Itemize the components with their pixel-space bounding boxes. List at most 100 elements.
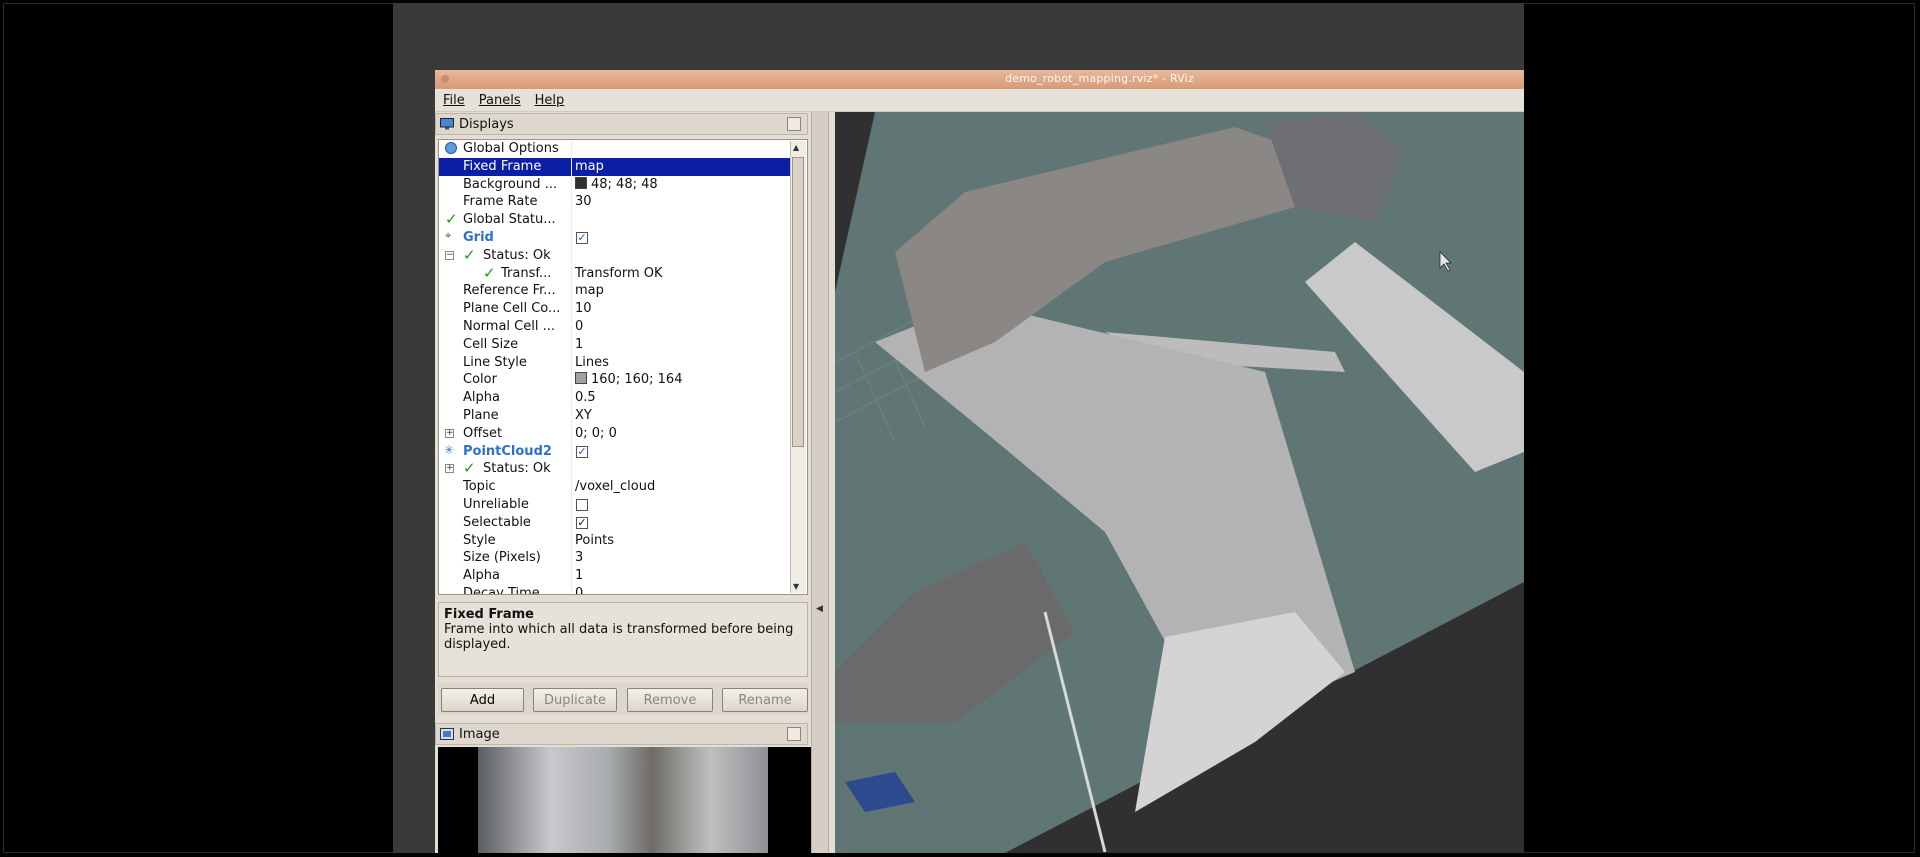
tree-row[interactable]: Cell Size 1 (439, 335, 790, 354)
tree-row-label: Selectable (463, 514, 531, 530)
add-button[interactable]: Add (441, 688, 524, 712)
tree-row-label: Plane Cell Co... (463, 301, 561, 317)
tree-row[interactable]: Normal Cell ... 0 (439, 318, 790, 336)
menu-help[interactable]: Help (527, 90, 571, 108)
expand-icon[interactable]: + (445, 428, 454, 438)
tree-row-value[interactable]: 0.5 (575, 390, 596, 405)
tree-row-value[interactable]: 1 (575, 337, 583, 352)
tree-row[interactable]: + ✓ Status: Ok (439, 459, 790, 479)
tree-row[interactable]: Line Style Lines (439, 353, 790, 372)
tree-row-value[interactable]: 10 (575, 301, 592, 316)
tree-row[interactable]: Size (Pixels) 3 (439, 549, 790, 568)
column-divider (571, 353, 572, 372)
dock-splitter[interactable]: ◀ (811, 112, 829, 853)
column-divider (571, 335, 572, 354)
column-divider (571, 371, 572, 390)
tree-row-label: Topic (463, 479, 496, 495)
tree-row[interactable]: Plane Cell Co... 10 (439, 300, 790, 318)
column-divider (571, 442, 572, 461)
tree-row-value[interactable]: map (575, 159, 604, 174)
column-divider (571, 318, 572, 336)
tree-row[interactable]: Frame Rate 30 (439, 193, 790, 212)
tree-row[interactable]: ✓ Transf... Transform OK (439, 264, 790, 283)
status-ok-icon: ✓ (463, 245, 476, 264)
tree-row[interactable]: Selectable ✓ (439, 513, 790, 532)
enable-checkbox[interactable]: ✓ (576, 232, 588, 244)
column-divider (571, 513, 572, 532)
menu-panels[interactable]: Panels (471, 90, 527, 108)
tree-row-value[interactable]: Transform OK (575, 266, 663, 281)
tree-row-value[interactable]: 48; 48; 48 (575, 176, 658, 192)
tree-row-value[interactable]: /voxel_cloud (575, 479, 655, 494)
tree-row[interactable]: ✳ PointCloud2 ✓ (439, 442, 790, 461)
tree-row-label: Size (Pixels) (463, 550, 541, 566)
tree-row[interactable]: Topic/voxel_cloud (439, 478, 790, 496)
tree-row-value[interactable]: 3 (575, 550, 583, 565)
tree-row-label: Line Style (463, 354, 527, 370)
scroll-thumb[interactable] (792, 157, 804, 447)
tree-row-label: Global Options (463, 141, 559, 156)
tree-row-value[interactable]: 30 (575, 194, 592, 209)
tree-row[interactable]: Reference Fr... map (439, 282, 790, 301)
tree-row[interactable]: ✓ Global Statu... (439, 210, 790, 229)
tree-row-value[interactable]: 0; 0; 0 (575, 426, 617, 441)
menu-file[interactable]: File (435, 90, 471, 108)
scroll-down-icon[interactable]: ▼ (793, 582, 799, 591)
tree-row[interactable]: ⌖ Grid ✓ (439, 229, 790, 247)
column-divider (571, 496, 572, 514)
enable-checkbox[interactable]: ✓ (576, 516, 588, 529)
column-divider (571, 157, 572, 176)
color-swatch (575, 372, 587, 385)
duplicate-button[interactable]: Duplicate (533, 688, 617, 712)
tree-row[interactable]: Plane XY (439, 407, 790, 425)
tree-row[interactable]: − ✓ Status: Ok (439, 245, 790, 265)
globe-icon (445, 142, 457, 154)
description-heading: Fixed Frame (444, 607, 534, 622)
tree-row[interactable]: Alpha 0.5 (439, 389, 790, 407)
tree-row-value[interactable]: 1 (575, 568, 583, 583)
pointcloud-icon: ✳ (444, 442, 455, 457)
tree-row-value[interactable]: XY (575, 408, 592, 423)
tree-row-label: Cell Size (463, 336, 519, 352)
tree-row-value[interactable]: Points (575, 533, 614, 548)
tree-row-label: Style (463, 532, 496, 548)
tree-row-value[interactable]: Lines (575, 355, 609, 370)
tree-row[interactable]: Global Options (439, 140, 790, 158)
tree-row-label: Global Statu... (463, 212, 556, 228)
title-bar[interactable]: demo_robot_mapping.rviz* - RViz (435, 70, 1524, 90)
rename-button[interactable]: Rename (722, 688, 808, 712)
tree-row[interactable]: Unreliable (439, 496, 790, 514)
scroll-up-icon[interactable]: ▲ (793, 143, 799, 152)
enable-checkbox[interactable]: ✓ (576, 445, 588, 458)
image-undock-button[interactable] (787, 727, 801, 741)
expand-icon[interactable]: + (445, 464, 454, 474)
tree-row-value[interactable]: 0 (575, 586, 583, 594)
tree-row-label: Decay Time (463, 586, 540, 595)
tree-row-value[interactable]: map (575, 283, 604, 298)
description-text: Frame into which all data is transformed… (444, 622, 794, 652)
tree-row-value[interactable]: 0 (575, 319, 583, 334)
tree-row-label: PointCloud2 (463, 443, 552, 459)
enable-checkbox[interactable] (576, 499, 588, 511)
tree-row-value[interactable]: 160; 160; 164 (575, 372, 682, 387)
remove-button[interactable]: Remove (627, 688, 713, 712)
status-ok-icon: ✓ (463, 459, 476, 478)
3d-render-view[interactable] (835, 112, 1524, 853)
tree-row[interactable]: Color 160; 160; 164 (439, 371, 790, 390)
collapse-icon[interactable]: − (445, 250, 454, 260)
undock-button[interactable] (787, 117, 801, 131)
collapse-arrow-icon[interactable]: ◀ (816, 604, 823, 614)
tree-row[interactable]: Alpha 1 (439, 567, 790, 585)
column-divider (571, 140, 572, 158)
tree-row[interactable]: Background ... 48; 48; 48 (439, 175, 790, 194)
image-icon (440, 728, 454, 740)
tree-scrollbar[interactable]: ▲ ▼ (790, 141, 806, 593)
column-divider (571, 407, 572, 425)
displays-tree[interactable]: Global Options Fixed Frame map Background .… (438, 139, 808, 595)
tree-row[interactable]: Decay Time 0 (439, 585, 790, 595)
tree-row[interactable]: Style Points (439, 531, 790, 550)
tree-row[interactable]: Fixed Frame map (439, 157, 790, 176)
tree-row[interactable]: + Offset 0; 0; 0 (439, 424, 790, 443)
column-divider (571, 175, 572, 194)
camera-image (478, 747, 768, 853)
